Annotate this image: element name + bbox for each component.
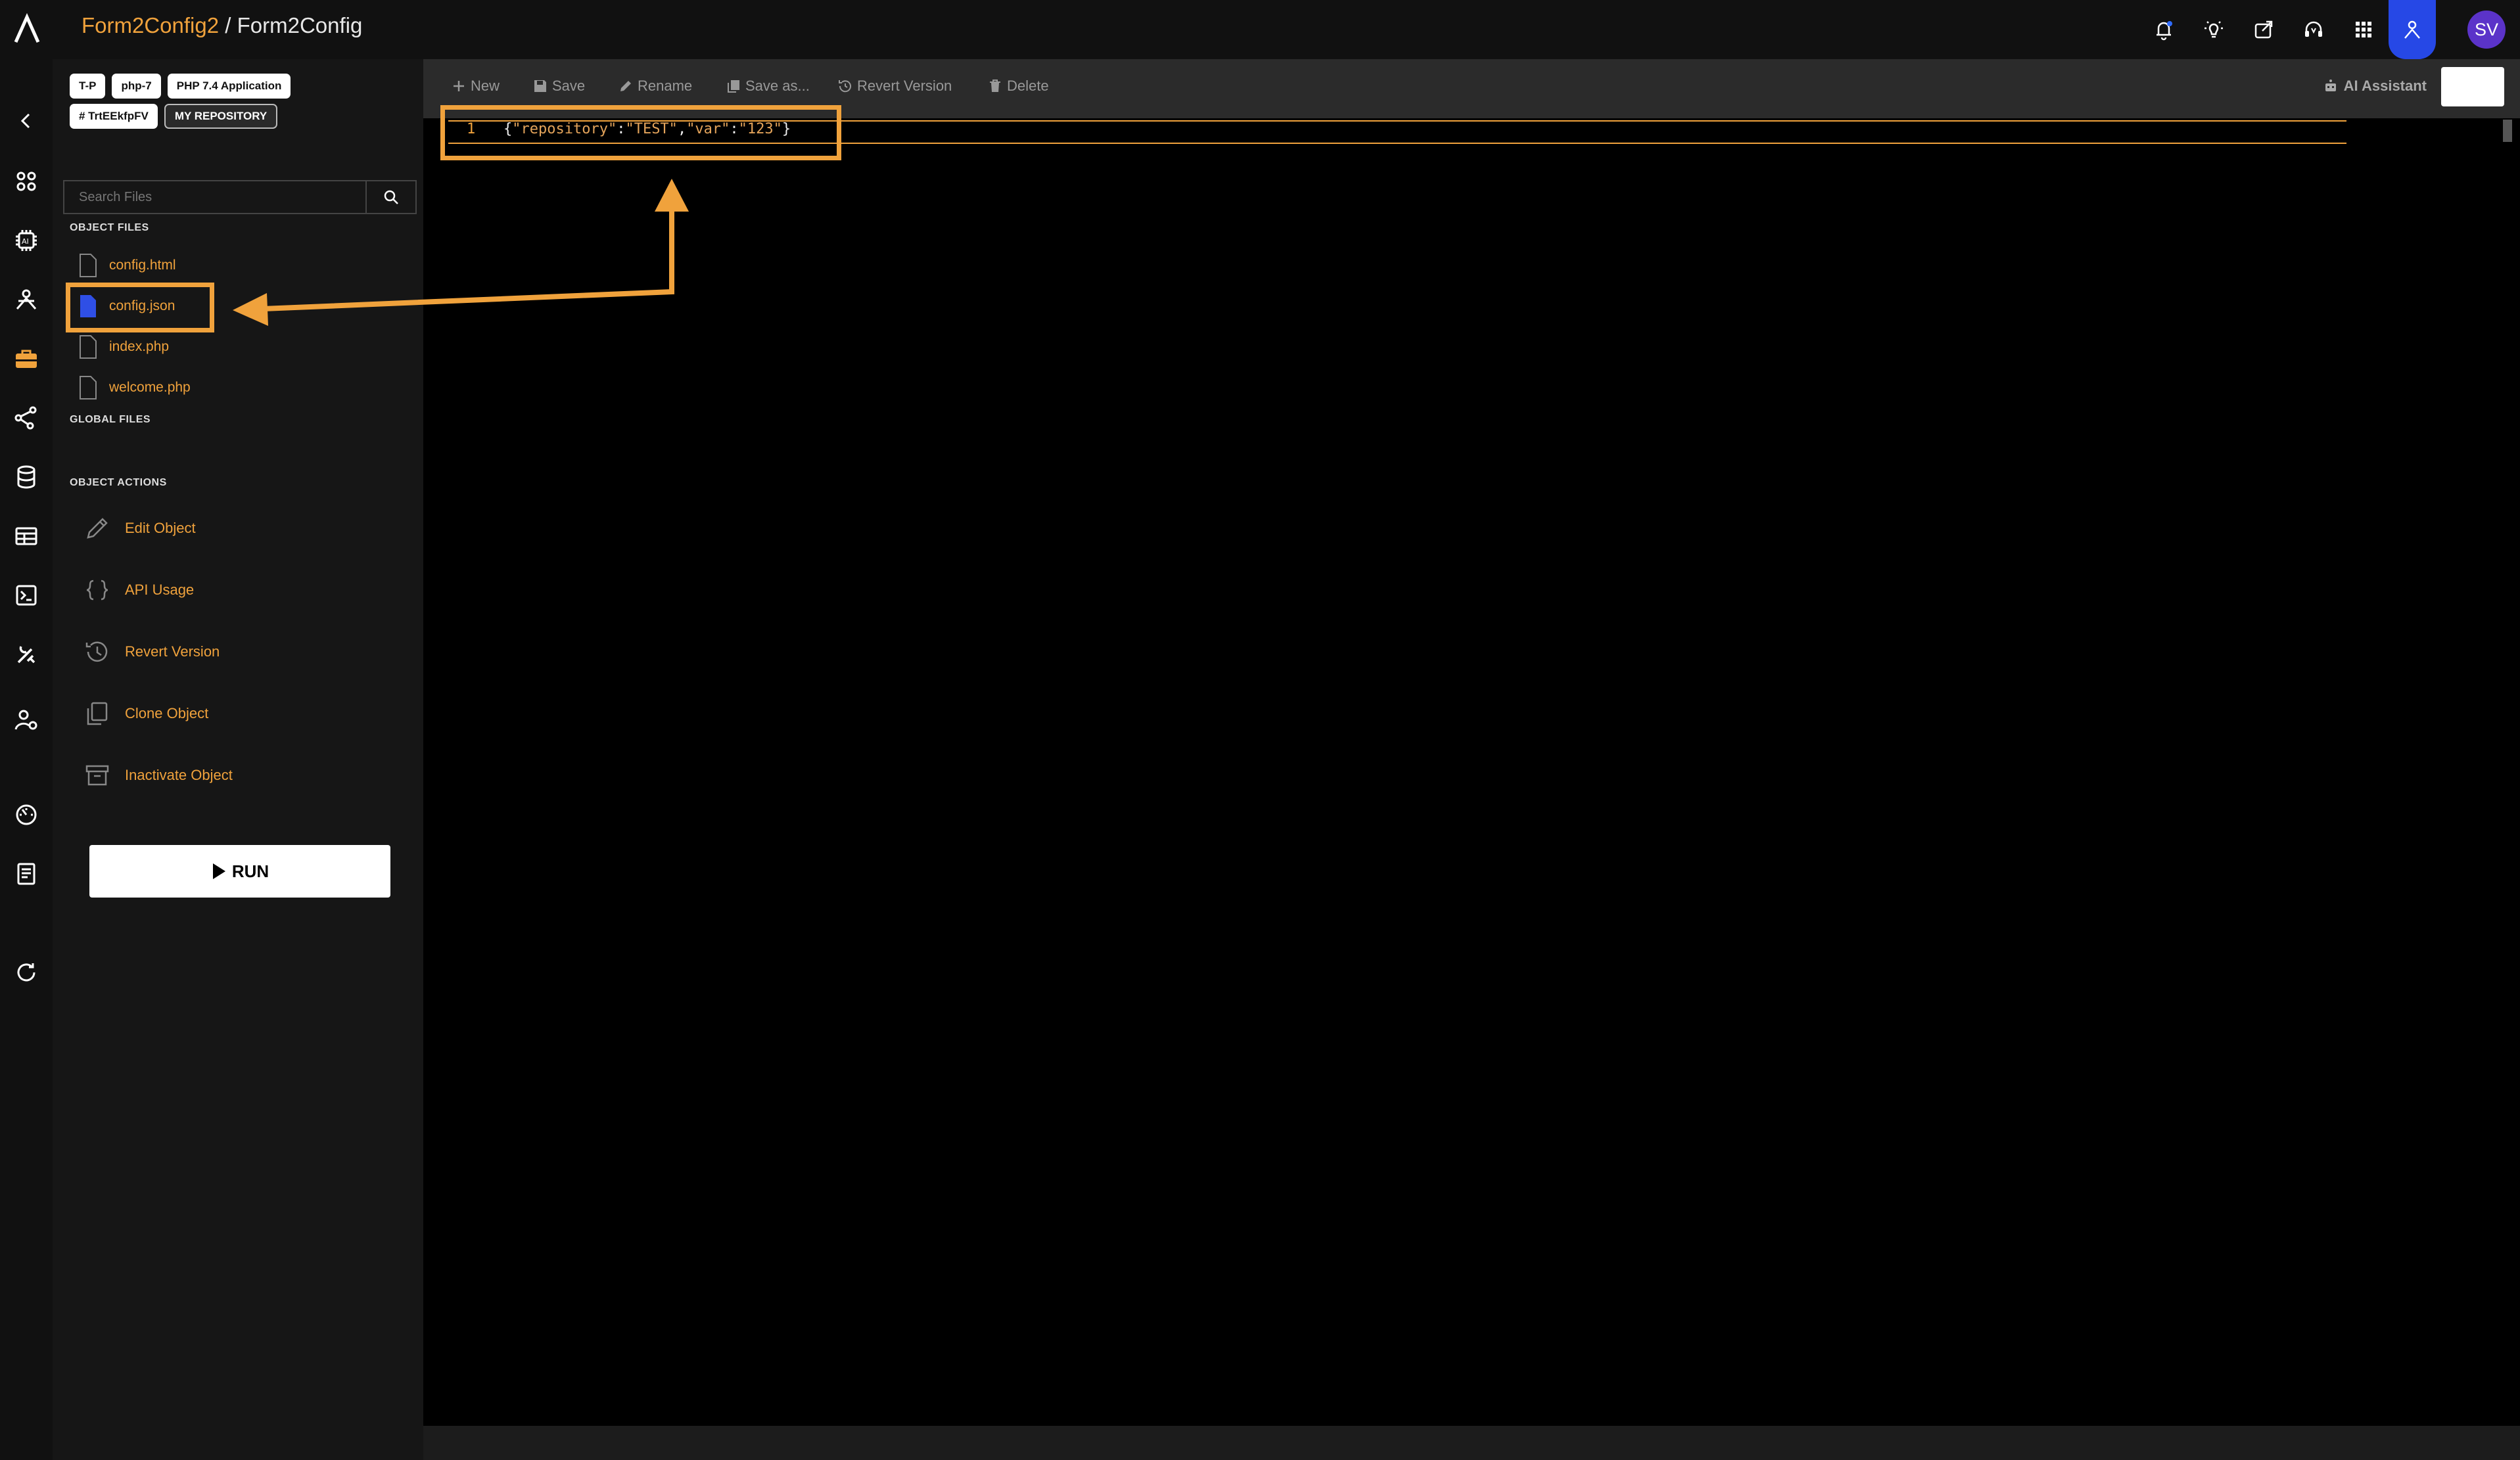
edit-object-action[interactable]: Edit Object [83,514,196,543]
object-actions-title: OBJECT ACTIONS [70,477,167,488]
plus-icon [454,81,464,91]
global-files-title: GLOBAL FILES [70,414,151,425]
editor-scrollbar[interactable] [2503,120,2512,142]
app-logo-icon[interactable] [9,12,45,47]
ai-assistant-button[interactable]: AI Assistant [2323,78,2427,95]
run-button[interactable]: RUN [89,845,390,898]
notifications-bell-icon[interactable] [2139,0,2189,59]
file-icon [80,376,97,399]
documentation-icon[interactable] [12,859,41,888]
trash-icon [990,80,1000,92]
object-files-title: OBJECT FILES [70,222,149,233]
save-as-button[interactable]: Save as... [726,78,810,95]
tag-php-app[interactable]: PHP 7.4 Application [167,74,291,99]
file-sidebar: T-P php-7 PHP 7.4 Application # TrtEEkfp… [53,59,423,1460]
top-bar: Form2Config2 / Form2Config SV [0,0,2520,59]
table-icon[interactable] [12,522,41,551]
performance-gauge-icon[interactable] [12,800,41,829]
my-repository-button[interactable]: MY REPOSITORY [164,104,278,129]
user-settings-icon[interactable] [12,706,41,735]
pencil-icon [620,81,631,91]
breadcrumb-project[interactable]: Form2Config2 [82,13,219,37]
search-button[interactable] [365,181,415,213]
search-files-input[interactable] [64,181,365,213]
rename-button[interactable]: Rename [618,78,692,95]
tag-object-id[interactable]: # TrtEEkfpFV [70,104,158,129]
pencil-icon [87,518,108,539]
support-headset-icon[interactable] [2289,0,2339,59]
inactivate-object-action[interactable]: Inactivate Object [83,761,233,790]
clone-object-action[interactable]: Clone Object [83,699,208,728]
ai-chip-icon[interactable]: AI [12,226,41,255]
file-welcome-php[interactable]: welcome.php [79,372,191,403]
toolbox-icon[interactable] [12,344,41,373]
top-toolbar: SV [2139,0,2520,59]
tools-icon[interactable] [12,640,41,669]
apps-grid-icon[interactable] [2339,0,2389,59]
breadcrumb: Form2Config2 / Form2Config [82,13,363,37]
robot-icon [2325,80,2336,91]
revert-version-button[interactable]: Revert Version [837,78,952,95]
svg-text:AI: AI [22,237,29,246]
toolbar-blank-button[interactable] [2441,67,2504,106]
tag-php-7[interactable]: php-7 [112,74,161,99]
api-usage-action[interactable]: API Usage [83,576,194,605]
code-editor[interactable]: 1 {"repository":"TEST","var":"123"} [423,118,2520,1426]
copy-icon [728,80,739,93]
terminal-icon[interactable] [12,581,41,610]
copy-icon [87,702,108,725]
back-chevron-icon[interactable] [12,106,41,135]
file-config-html[interactable]: config.html [79,250,176,281]
avatar[interactable]: SV [2467,11,2506,49]
delete-button[interactable]: Delete [987,78,1049,95]
annotation-file-highlight-box [66,283,214,332]
history-icon [839,80,851,93]
left-rail: AI [0,59,53,1460]
share-icon[interactable] [2239,0,2289,59]
floppy-icon [534,80,546,92]
history-icon [85,641,108,662]
dashboard-icon[interactable] [12,167,41,196]
object-tags: T-P php-7 PHP 7.4 Application # TrtEEkfp… [70,74,379,129]
breadcrumb-object: Form2Config [237,13,363,37]
annotation-code-highlight-box [440,105,841,160]
file-index-php[interactable]: index.php [79,331,169,363]
new-file-button[interactable]: New [451,78,500,95]
braces-icon [86,580,108,601]
lightbulb-icon[interactable] [2189,0,2239,59]
search-icon [384,190,398,204]
user-mode-icon[interactable] [2389,0,2436,59]
refresh-icon[interactable] [12,958,41,987]
file-icon [80,254,97,277]
developer-icon[interactable] [12,285,41,314]
tag-tp[interactable]: T-P [70,74,106,99]
database-icon[interactable] [12,463,41,491]
play-icon [212,863,225,879]
revert-version-action[interactable]: Revert Version [83,637,220,666]
archive-icon [85,765,109,786]
editor-status-bar [423,1426,2520,1460]
workflow-icon[interactable] [12,403,41,432]
file-icon [80,335,97,359]
save-button[interactable]: Save [532,78,585,95]
file-search [63,180,417,214]
